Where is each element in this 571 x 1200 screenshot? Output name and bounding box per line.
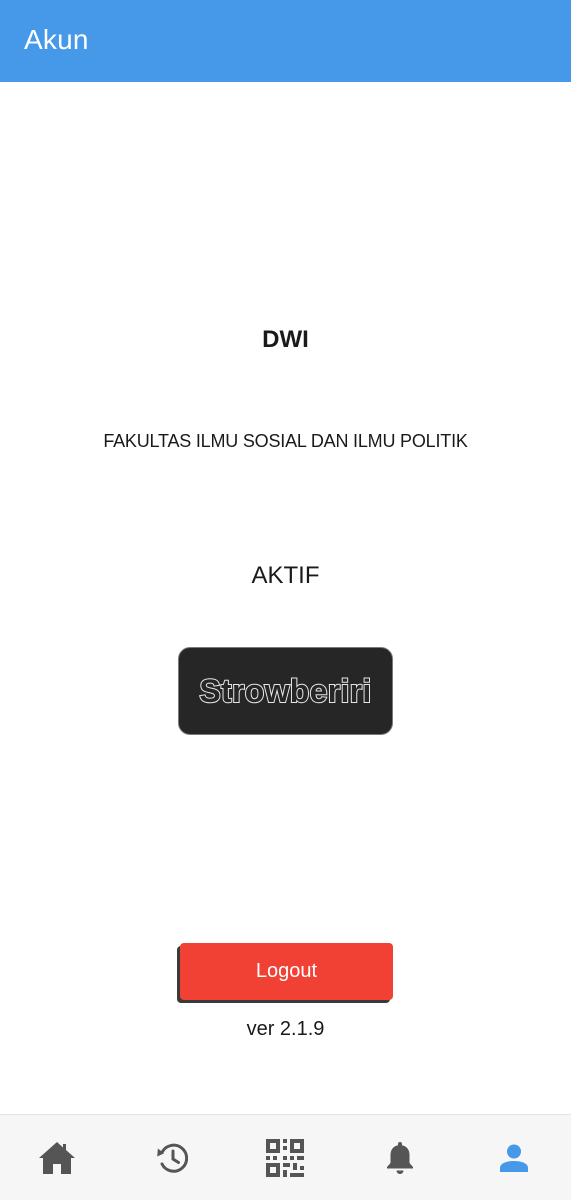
logout-button[interactable]: Logout	[180, 943, 393, 1000]
bottom-navigation	[0, 1114, 571, 1200]
nav-item-scan[interactable]	[228, 1115, 342, 1200]
home-icon	[38, 1141, 76, 1175]
app-header: Akun	[0, 0, 571, 82]
account-screen: Akun DWI FAKULTAS ILMU SOSIAL DAN ILMU P…	[0, 0, 571, 1200]
page-title: Akun	[24, 24, 89, 55]
account-status: AKTIF	[251, 562, 320, 589]
user-icon	[499, 1144, 528, 1172]
nav-item-history[interactable]	[114, 1115, 228, 1200]
nav-item-home[interactable]	[0, 1115, 114, 1200]
user-name: DWI	[262, 326, 309, 353]
nav-item-notifications[interactable]	[343, 1115, 457, 1200]
badge-label: Strowberiri	[198, 672, 372, 710]
user-faculty: FAKULTAS ILMU SOSIAL DAN ILMU POLITIK	[103, 431, 468, 451]
qr-code-icon	[266, 1138, 305, 1177]
nav-item-account[interactable]	[457, 1115, 571, 1200]
bell-icon	[386, 1141, 414, 1175]
member-badge: Strowberiri	[178, 647, 393, 735]
history-icon	[154, 1143, 189, 1173]
app-version: ver 2.1.9	[246, 1018, 325, 1040]
